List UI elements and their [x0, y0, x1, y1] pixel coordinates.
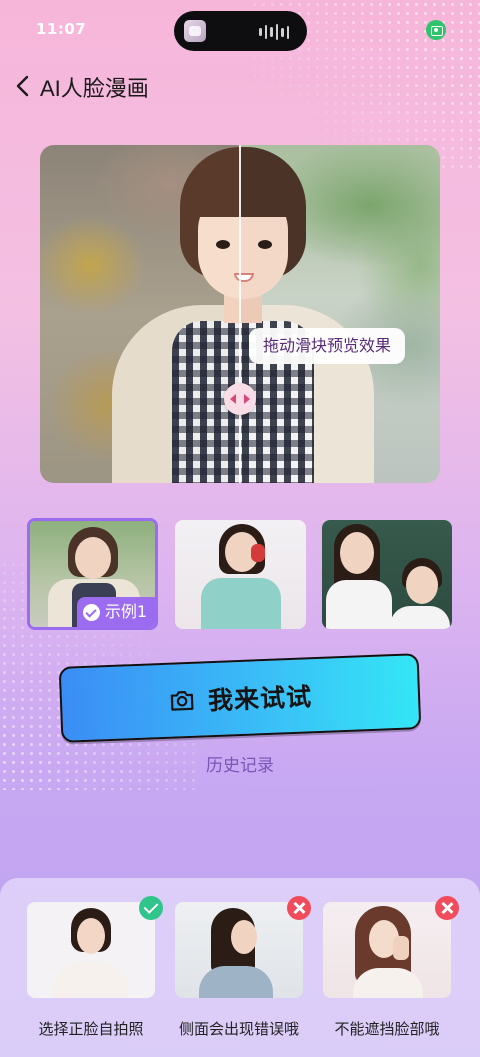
error-x-icon: [435, 896, 459, 920]
error-x-icon: [287, 896, 311, 920]
back-button[interactable]: [8, 68, 38, 104]
try-it-button[interactable]: 我来试试: [58, 653, 422, 743]
page-header: AI人脸漫画: [0, 64, 480, 108]
slider-hint-tooltip: 拖动滑块预览效果: [249, 328, 406, 364]
selected-sample-label: 示例1: [104, 602, 147, 621]
sample-thumbnail-1[interactable]: 示例1: [27, 518, 158, 630]
dynamic-island[interactable]: [174, 11, 307, 51]
guide-photo-front: [27, 902, 155, 998]
sample-thumbnail-3[interactable]: [322, 520, 452, 629]
chevron-left-icon: [16, 75, 29, 97]
guide-item-front-face: 选择正脸自拍照: [27, 896, 163, 1039]
status-time: 11:07: [36, 20, 87, 38]
guide-item-side-face: 侧面会出现错误哦: [175, 896, 311, 1039]
ok-check-icon: [139, 896, 163, 920]
guide-photo-covered: [323, 902, 451, 998]
camera-indicator-icon: [426, 20, 446, 40]
status-bar: 11:07: [0, 0, 480, 60]
guide-caption: 不能遮挡脸部哦: [334, 1020, 440, 1038]
app-thumbnail-icon: [184, 20, 206, 42]
comparison-preview[interactable]: 拖动滑块预览效果: [40, 145, 440, 483]
check-circle-icon: [82, 603, 100, 621]
history-link[interactable]: 历史记录: [0, 751, 480, 776]
compare-divider: [239, 145, 241, 483]
sample-thumbnail-2[interactable]: [175, 520, 306, 629]
try-it-label: 我来试试: [207, 682, 313, 716]
guide-caption: 侧面会出现错误哦: [178, 1020, 299, 1038]
guide-item-covered-face: 不能遮挡脸部哦: [323, 896, 459, 1039]
page-title: AI人脸漫画: [40, 76, 149, 101]
sample-list: 示例1: [27, 518, 453, 631]
audio-wave-icon: [259, 24, 289, 40]
selected-sample-badge: 示例1: [76, 597, 155, 627]
guide-photo-side: [175, 902, 303, 998]
photo-guide-panel: 选择正脸自拍照 侧面会出现错误哦 不能遮挡脸部哦: [0, 878, 480, 1057]
compare-slider-handle[interactable]: [224, 383, 256, 415]
guide-caption: 选择正脸自拍照: [38, 1020, 144, 1038]
camera-icon: [170, 691, 194, 711]
